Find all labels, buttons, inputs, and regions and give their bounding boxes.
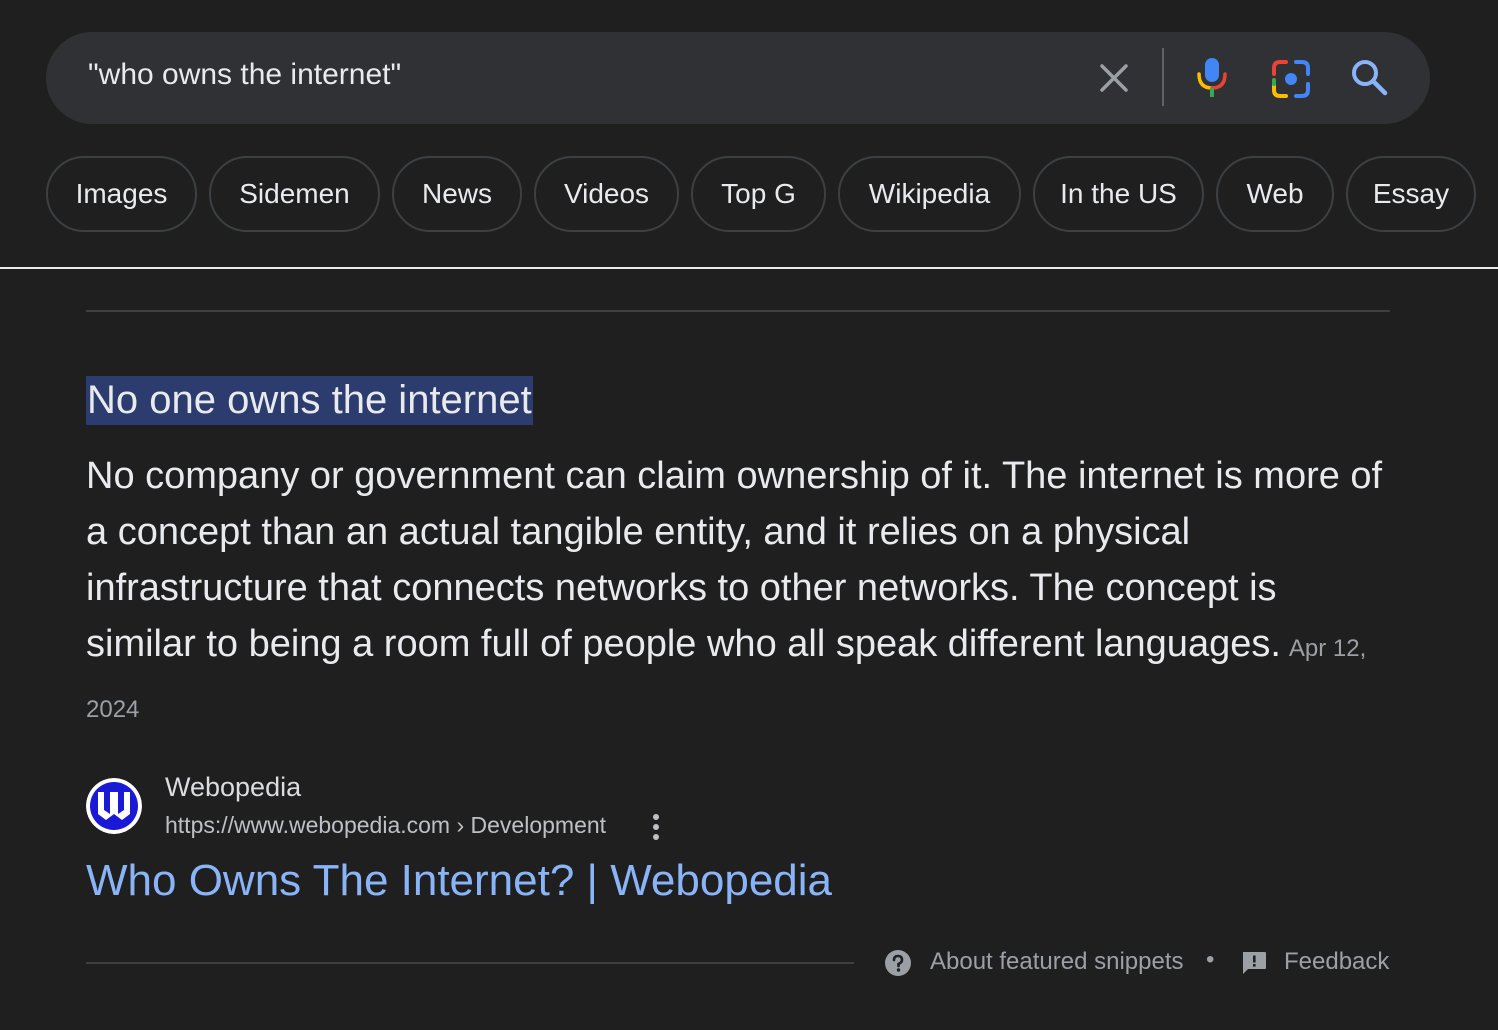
snippet-text: No company or government can claim owner… [86,455,1383,665]
chip-web[interactable]: Web [1216,156,1334,232]
result-title-link[interactable]: Who Owns The Internet? | Webopedia [86,856,832,906]
search-bar-divider [1162,48,1164,106]
google-lens-icon[interactable] [1270,58,1312,100]
chip-wikipedia[interactable]: Wikipedia [838,156,1021,232]
microphone-icon[interactable] [1194,56,1230,100]
snippet-text-block: No company or government can claim owner… [86,448,1396,738]
search-bar[interactable]: "who owns the internet" [46,32,1430,124]
header-divider [0,267,1498,269]
chip-in-the-us[interactable]: In the US [1033,156,1204,232]
feedback-link[interactable]: Feedback [1284,948,1389,976]
search-input[interactable]: "who owns the internet" [88,58,401,92]
close-icon[interactable] [1096,60,1132,96]
webopedia-logo[interactable] [86,778,142,834]
featured-answer: No one owns the internet [86,376,533,425]
search-icon[interactable] [1348,56,1390,98]
section-divider [86,310,1390,312]
chip-news[interactable]: News [392,156,522,232]
footer-divider [86,962,854,964]
feedback-icon[interactable] [1240,950,1268,976]
chip-essay[interactable]: Essay [1346,156,1476,232]
footer-separator: • [1206,946,1215,973]
about-featured-snippets-link[interactable]: About featured snippets [930,948,1184,976]
search-header: "who owns the internet" Images Sidemen N [0,0,1498,268]
chip-images[interactable]: Images [46,156,197,232]
chip-sidemen[interactable]: Sidemen [209,156,380,232]
filter-chips: Images Sidemen News Videos Top G Wikiped… [0,156,1498,236]
chip-videos[interactable]: Videos [534,156,679,232]
source-url[interactable]: https://www.webopedia.com › Development [165,812,606,839]
help-icon[interactable] [884,949,912,977]
source-site-name[interactable]: Webopedia [165,772,301,803]
more-options-icon[interactable] [646,812,666,842]
chip-top-g[interactable]: Top G [691,156,826,232]
